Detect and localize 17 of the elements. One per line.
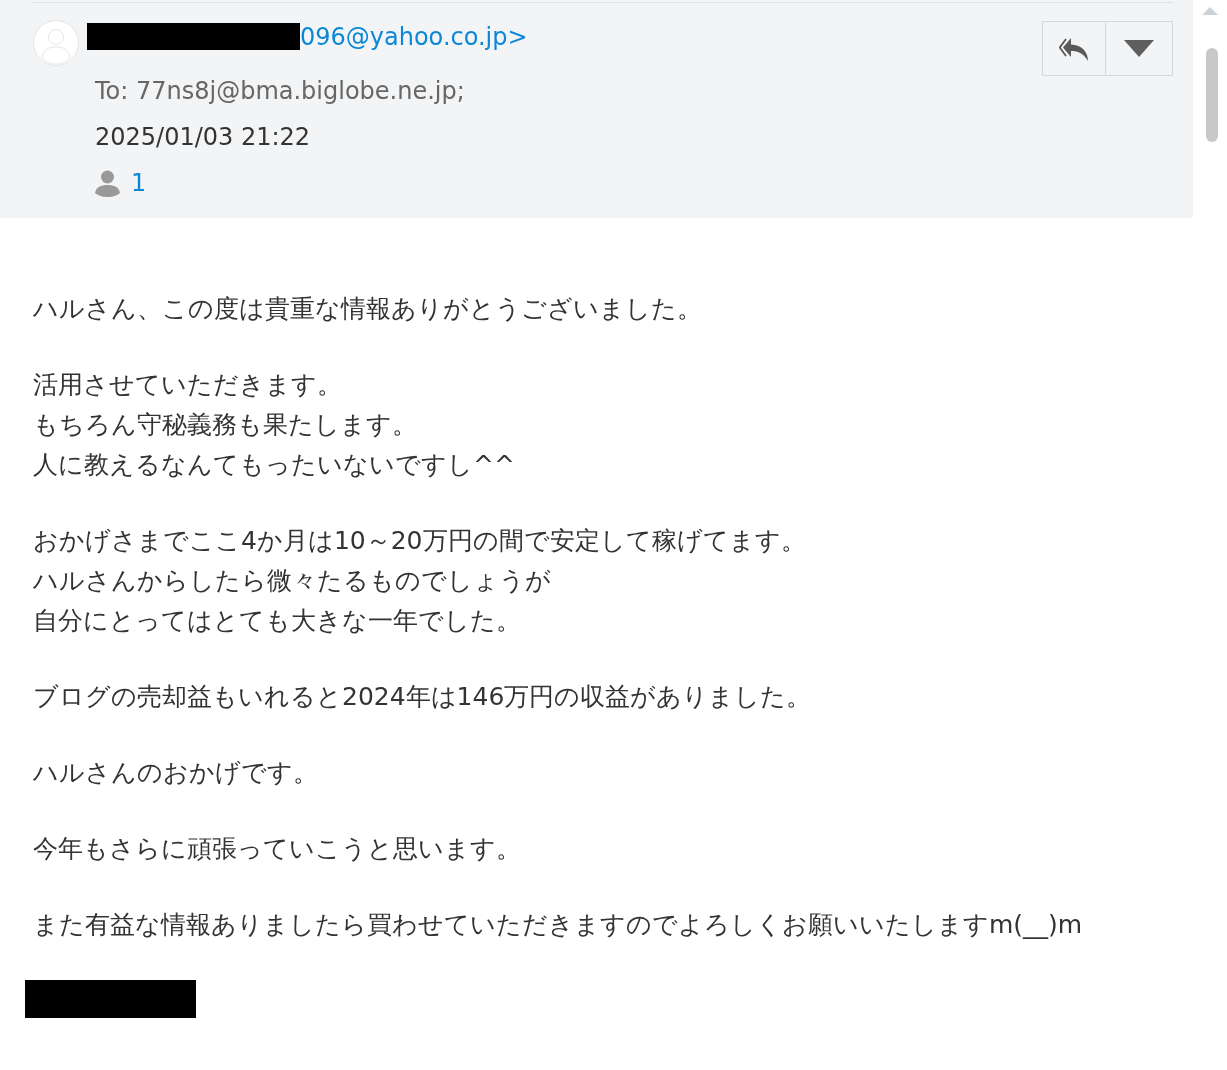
message-paragraph: おかげさまでここ4か月は10～20万円の間で安定して稼げてます。 ハルさんからしたら微々たるものでしょうが 自分にとってはとても大きな一年でした。 xyxy=(33,525,806,637)
recipient-count[interactable]: 1 xyxy=(131,168,147,198)
sender-address[interactable]: 096@yahoo.co.jp> xyxy=(300,21,528,52)
caret-down-icon xyxy=(1124,40,1154,57)
message-paragraph: また有益な情報ありましたら買わせていただきますのでよろしくお願いいたしますm(__)m xyxy=(33,909,1083,941)
scrollbar-thumb[interactable] xyxy=(1206,48,1218,142)
message-paragraph: 活用させていただきます。 もちろん守秘義務も果たします。 人に教えるなんてもったいないですし^^ xyxy=(33,369,515,481)
message-paragraph: ハルさんのおかげです。 xyxy=(33,757,318,789)
scroll-up-arrow-icon[interactable] xyxy=(1202,7,1218,15)
message-paragraph: ハルさん、この度は貴重な情報ありがとうございました。 xyxy=(33,293,702,325)
message-paragraph: 今年もさらに頑張っていこうと思います。 xyxy=(33,833,521,865)
message-paragraph: ブログの売却益もいれると2024年は146万円の収益がありました。 xyxy=(33,681,812,713)
person-icon xyxy=(95,169,120,197)
reply-all-icon xyxy=(1058,36,1090,61)
message-date: 2025/01/03 21:22 xyxy=(95,122,311,152)
recipient-address: To: 77ns8j@bma.biglobe.ne.jp; xyxy=(95,76,465,106)
avatar-icon xyxy=(33,20,79,66)
